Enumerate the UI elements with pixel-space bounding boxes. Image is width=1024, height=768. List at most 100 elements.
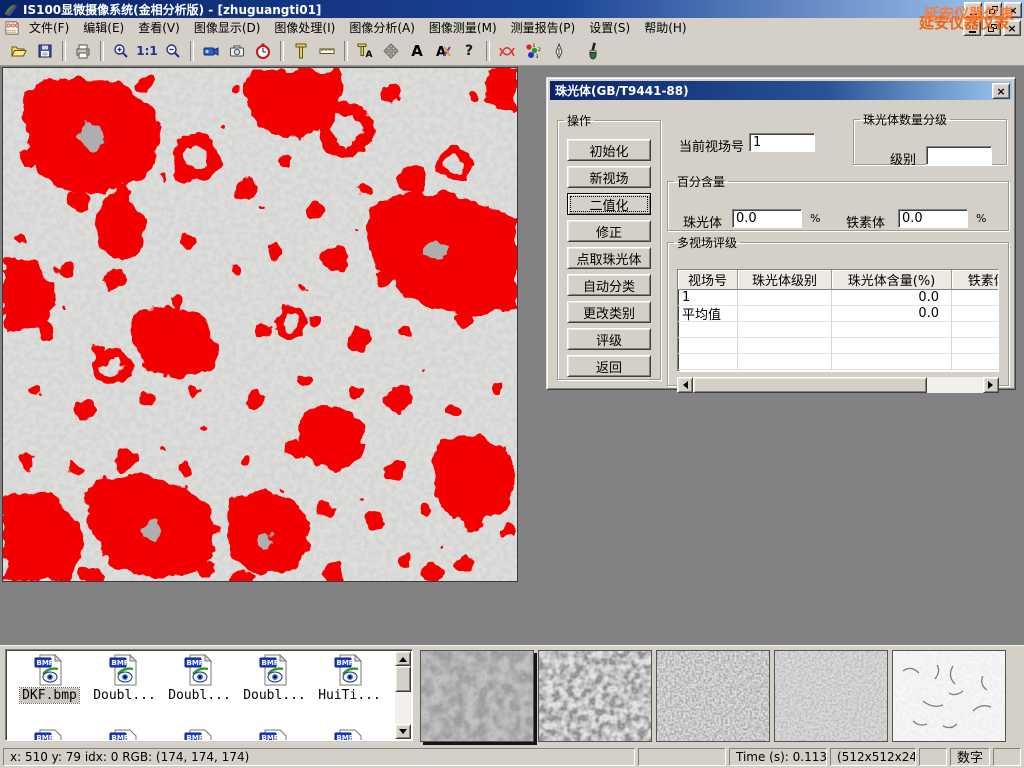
save-button[interactable] [32, 39, 58, 63]
help-button[interactable]: ? [456, 39, 482, 63]
thumbnail-1[interactable] [420, 650, 534, 742]
change-class-button[interactable]: 更改类别 [567, 301, 651, 323]
text-edit-icon: A [434, 42, 452, 60]
status-panel-empty [919, 748, 947, 766]
file-item[interactable]: BMP HuiTi... [312, 653, 387, 703]
menu-image-display[interactable]: 图像显示(D) [187, 17, 268, 38]
child-minimize-button[interactable] [963, 20, 981, 36]
return-button[interactable]: 返回 [567, 355, 651, 377]
menu-edit[interactable]: 编辑(E) [76, 17, 131, 38]
scroll-down-button[interactable] [395, 724, 411, 739]
table-row[interactable]: 1 0.0 [678, 290, 998, 306]
scrollbar-track[interactable] [395, 692, 411, 724]
rating-table[interactable]: 视场号 珠光体级别 珠光体含量(%) 铁素体含量(%) 1 0.0 平均值 0.… [677, 269, 999, 372]
move-tool-button[interactable] [378, 39, 404, 63]
dialog-title-bar[interactable]: 珠光体(GB/T9441-88) [550, 81, 1012, 100]
thumbnail-4[interactable] [774, 650, 888, 742]
pearlite-dialog: 珠光体(GB/T9441-88) × 操作 初始化 新视场 二值化 修正 点取珠… [546, 77, 1016, 390]
level-input[interactable] [926, 146, 992, 165]
menu-measure-report[interactable]: 测量报告(P) [504, 17, 583, 38]
operations-group: 操作 初始化 新视场 二值化 修正 点取珠光体 自动分类 更改类别 评级 返回 [557, 112, 661, 380]
menu-image-measure[interactable]: 图像测量(M) [422, 17, 504, 38]
file-item[interactable]: BMP [162, 728, 237, 741]
file-item[interactable]: BMP [312, 728, 387, 741]
rate-button[interactable]: 评级 [567, 328, 651, 350]
pen-icon [550, 42, 568, 60]
scrollbar-track[interactable] [927, 377, 983, 393]
file-item[interactable]: BMP [237, 728, 312, 741]
timer-button[interactable] [250, 39, 276, 63]
close-button[interactable]: × [1004, 2, 1022, 18]
file-item[interactable]: BMP [12, 728, 87, 741]
child-close-button[interactable]: × [1003, 20, 1021, 36]
bmp-file-icon: BMP [333, 653, 367, 687]
initialize-button[interactable]: 初始化 [567, 139, 651, 161]
file-item[interactable]: BMP Doubl... [162, 653, 237, 703]
table-row[interactable]: 平均值 0.0 [678, 306, 998, 322]
scrollbar-thumb[interactable] [693, 377, 927, 393]
file-item[interactable]: BMP DKF.bmp [12, 653, 87, 703]
open-button[interactable] [6, 39, 32, 63]
minimize-button[interactable] [964, 2, 982, 18]
workspace: 珠光体(GB/T9441-88) × 操作 初始化 新视场 二值化 修正 点取珠… [0, 66, 1024, 645]
actual-size-button[interactable]: 1:1 [134, 39, 160, 63]
binarize-button[interactable]: 二值化 [567, 193, 651, 215]
file-item[interactable]: BMP Doubl... [237, 653, 312, 703]
pearlite-percent-input[interactable] [732, 209, 802, 228]
svg-text:1: 1 [533, 43, 536, 49]
caliper-measure-button[interactable] [288, 39, 314, 63]
bmp-file-icon: BMP [33, 728, 67, 741]
move-icon [382, 42, 400, 60]
menu-view[interactable]: 查看(V) [131, 17, 187, 38]
ruler-measure-button[interactable] [314, 39, 340, 63]
dialog-close-button[interactable]: × [992, 83, 1010, 99]
text-edit-button[interactable]: A [430, 39, 456, 63]
scrollbar-thumb[interactable] [395, 666, 411, 692]
scroll-up-button[interactable] [395, 651, 411, 666]
snapshot-button[interactable] [224, 39, 250, 63]
table-header-row: 视场号 珠光体级别 珠光体含量(%) 铁素体含量(%) [678, 270, 998, 290]
svg-text:2: 2 [538, 47, 541, 53]
menu-file[interactable]: 文件(F) [22, 17, 76, 38]
scroll-left-button[interactable] [677, 377, 693, 393]
text-tool-button[interactable]: A [404, 39, 430, 63]
measure-label-button[interactable]: A [352, 39, 378, 63]
metallographic-image[interactable] [2, 67, 518, 582]
brush-tool-button[interactable] [580, 39, 606, 63]
pen-tool-button[interactable] [546, 39, 572, 63]
video-capture-button[interactable] [198, 39, 224, 63]
menu-help[interactable]: 帮助(H) [637, 17, 693, 38]
correct-button[interactable]: 修正 [567, 220, 651, 242]
cell-ferrite [952, 290, 999, 306]
child-restore-button[interactable] [983, 20, 1001, 36]
new-field-button[interactable]: 新视场 [567, 166, 651, 188]
file-item[interactable]: BMP Doubl... [87, 653, 162, 703]
percent-group: 百分含量 珠光体 % 铁素体 % [667, 173, 1009, 231]
table-horizontal-scrollbar[interactable] [677, 377, 999, 393]
print-button[interactable] [70, 39, 96, 63]
class-colors-button[interactable]: 1 2 3 [520, 39, 546, 63]
thumbnail-5[interactable] [892, 650, 1006, 742]
thumbnail-2[interactable] [538, 650, 652, 742]
time-indicator: Time (s): 0.113 [729, 748, 827, 766]
spline-tool-button[interactable] [494, 39, 520, 63]
multi-field-group: 多视场评级 视场号 珠光体级别 珠光体含量(%) 铁素体含量(%) 1 0.0 … [667, 234, 1009, 386]
menu-image-processing[interactable]: 图像处理(I) [267, 17, 342, 38]
thumbnail-3[interactable] [656, 650, 770, 742]
file-item[interactable]: BMP [87, 728, 162, 741]
pick-pearlite-button[interactable]: 点取珠光体 [567, 247, 651, 269]
current-field-input[interactable] [749, 133, 815, 152]
cell-ferrite [952, 306, 999, 322]
ferrite-percent-input[interactable] [898, 209, 968, 228]
auto-classify-button[interactable]: 自动分类 [567, 274, 651, 296]
restore-button[interactable] [984, 2, 1002, 18]
zoom-in-button[interactable] [108, 39, 134, 63]
file-list[interactable]: BMP DKF.bmp BMP Doubl... [5, 649, 413, 741]
scroll-right-button[interactable] [983, 377, 999, 393]
image-size-indicator: (512x512x24) [830, 748, 916, 766]
menu-settings[interactable]: 设置(S) [582, 17, 637, 38]
zoom-out-button[interactable] [160, 39, 186, 63]
menu-image-analysis[interactable]: 图像分析(A) [342, 17, 422, 38]
zoom-out-icon [164, 42, 182, 60]
file-list-scrollbar[interactable] [395, 651, 411, 739]
